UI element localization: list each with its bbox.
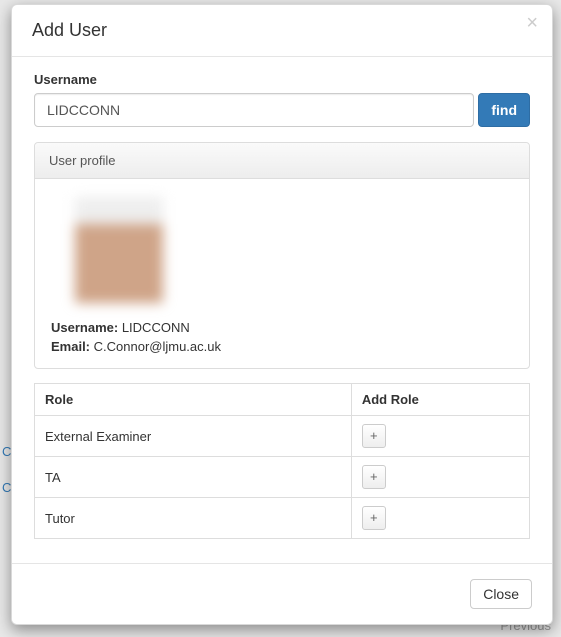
profile-username-value: LIDCCONN: [122, 320, 190, 335]
role-cell: External Examiner: [35, 416, 352, 457]
add-user-modal: Add User × Username find User profile Us…: [11, 4, 553, 625]
user-profile-panel: User profile Username: LIDCCONN Email: C…: [34, 142, 530, 369]
add-role-button[interactable]: +: [362, 506, 386, 530]
username-row: find: [34, 93, 530, 127]
modal-title: Add User: [32, 20, 532, 41]
avatar: [75, 197, 163, 303]
profile-username-label: Username:: [51, 320, 118, 335]
role-cell: Tutor: [35, 498, 352, 539]
close-icon[interactable]: ×: [526, 13, 538, 33]
modal-footer: Close: [12, 563, 552, 624]
modal-header: Add User ×: [12, 5, 552, 57]
user-profile-panel-body: Username: LIDCCONN Email: C.Connor@ljmu.…: [35, 179, 529, 368]
table-row: Tutor +: [35, 498, 530, 539]
profile-username-line: Username: LIDCCONN: [51, 320, 513, 335]
close-button[interactable]: Close: [470, 579, 532, 609]
modal-body: Username find User profile Username: LID…: [12, 57, 552, 554]
user-profile-panel-header: User profile: [35, 143, 529, 179]
username-label: Username: [34, 72, 530, 87]
role-cell: TA: [35, 457, 352, 498]
add-role-button[interactable]: +: [362, 424, 386, 448]
avatar-container: [51, 193, 513, 316]
table-row: TA +: [35, 457, 530, 498]
profile-email-label: Email:: [51, 339, 90, 354]
find-button[interactable]: find: [478, 93, 530, 127]
add-role-cell: +: [351, 457, 529, 498]
username-input[interactable]: [34, 93, 474, 127]
add-role-cell: +: [351, 498, 529, 539]
add-role-button[interactable]: +: [362, 465, 386, 489]
profile-email-line: Email: C.Connor@ljmu.ac.uk: [51, 339, 513, 354]
col-add-role: Add Role: [351, 384, 529, 416]
table-row: External Examiner +: [35, 416, 530, 457]
add-role-cell: +: [351, 416, 529, 457]
col-role: Role: [35, 384, 352, 416]
roles-table: Role Add Role External Examiner + TA +: [34, 383, 530, 539]
table-header-row: Role Add Role: [35, 384, 530, 416]
profile-email-value: C.Connor@ljmu.ac.uk: [94, 339, 221, 354]
